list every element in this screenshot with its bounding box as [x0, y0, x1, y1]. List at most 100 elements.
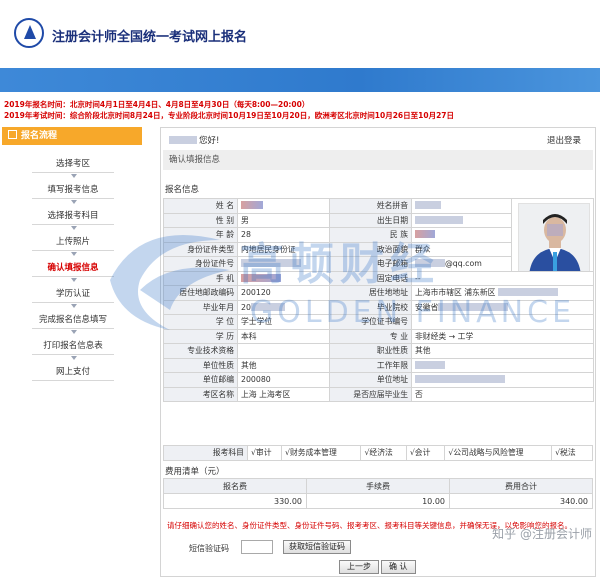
- area-label: 考区名称: [163, 386, 238, 402]
- idtype-value: 内地居民身份证: [237, 241, 330, 257]
- ethnicity-label: 民 族: [329, 227, 412, 243]
- school-value: 安徽省: [411, 299, 594, 315]
- unittype-label: 单位性质: [163, 357, 238, 373]
- subjects-table: 报考科目 √审计 √财务成本管理 √经济法 √会计 √公司战略与风险管理 √税法: [163, 445, 593, 461]
- fee-header: 报名费: [163, 478, 307, 494]
- gender-value: 男: [237, 212, 330, 228]
- main-panel: 您好! 退出登录 确认填报信息 报名信息 姓 名 姓名拼音 性 别 男 出生日期…: [160, 127, 596, 577]
- mobile-value: [237, 270, 330, 286]
- arrow-down-icon: [71, 226, 77, 230]
- gender-label: 性 别: [163, 212, 238, 228]
- table-row: 居住地邮政编码 200120 居住地地址 上海市市辖区 浦东新区: [163, 285, 594, 301]
- subject-item: √审计: [246, 445, 283, 461]
- gradyear-value: 20: [237, 299, 330, 315]
- page-title: 确认填报信息: [163, 150, 593, 170]
- table-row: 姓 名 姓名拼音: [163, 198, 594, 272]
- applicant-photo: [518, 203, 590, 271]
- political-label: 政治面貌: [329, 241, 412, 257]
- step-upload-photo[interactable]: 上传照片: [32, 233, 114, 251]
- arrow-down-icon: [71, 330, 77, 334]
- arrow-down-icon: [71, 304, 77, 308]
- subject-item: √经济法: [360, 445, 407, 461]
- table-row: 单位性质 其他 工作年限: [163, 357, 594, 373]
- subject-item: √公司战略与风险管理: [444, 445, 553, 461]
- birth-value: [411, 212, 512, 228]
- fresh-value: 否: [411, 386, 594, 402]
- postcode-label: 居住地邮政编码: [163, 285, 238, 301]
- age-value: 28: [237, 227, 330, 243]
- prev-step-button[interactable]: 上一步: [339, 560, 379, 574]
- address-text: 上海市市辖区 浦东新区: [415, 288, 496, 298]
- step-online-payment[interactable]: 网上支付: [32, 363, 114, 381]
- unittype-value: 其他: [237, 357, 330, 373]
- site-header: 注册会计师全国统一考试网上报名: [0, 0, 600, 68]
- table-row: 考区名称 上海 上海考区 是否应届毕业生 否: [163, 386, 594, 402]
- subject-item: √税法: [551, 445, 593, 461]
- sidebar-header: 报名流程: [2, 127, 142, 145]
- idno-value: [237, 256, 330, 272]
- area-value: 上海 上海考区: [237, 386, 330, 402]
- arrow-down-icon: [71, 252, 77, 256]
- get-sms-code-button[interactable]: 获取短信验证码: [283, 540, 351, 554]
- step-print[interactable]: 打印报名信息表: [32, 337, 114, 355]
- table-row: 报考科目 √审计 √财务成本管理 √经济法 √会计 √公司战略与风险管理 √税法: [163, 445, 593, 461]
- name-label: 姓 名: [163, 198, 238, 214]
- fee-value: 10.00: [306, 493, 450, 509]
- exam-time-notice: 2019年考试时间：综合阶段北京时间8月24日，专业阶段北京时间10月19日至1…: [4, 111, 455, 120]
- school-label: 毕业院校: [329, 299, 412, 315]
- email-label: 电子邮箱: [329, 256, 412, 272]
- greeting: 您好!: [169, 134, 219, 146]
- jobtype-value: 其他: [411, 343, 594, 359]
- fee-section-title: 费用清单（元）: [165, 467, 225, 477]
- major-value: 非财经类 → 工学: [411, 328, 594, 344]
- table-row: 330.00 10.00 340.00: [163, 493, 593, 509]
- sms-label: 短信验证码: [189, 544, 229, 553]
- major-label: 专 业: [329, 328, 412, 344]
- edu-label: 学 历: [163, 328, 238, 344]
- photo-cell: [511, 198, 594, 272]
- sidebar-title: 报名流程: [21, 131, 58, 141]
- header-band: [0, 68, 600, 92]
- edu-value: 本科: [237, 328, 330, 344]
- degree-label: 学 位: [163, 314, 238, 330]
- logout-link[interactable]: 退出登录: [547, 134, 581, 146]
- table-row: 学 历 本科 专 业 非财经类 → 工学: [163, 328, 594, 344]
- fee-header: 手续费: [306, 478, 450, 494]
- arrow-down-icon: [71, 174, 77, 178]
- table-row: 专业技术资格 职业性质 其他: [163, 343, 594, 359]
- step-confirm-info[interactable]: 确认填报信息: [32, 259, 114, 277]
- email-value: @qq.com: [411, 256, 512, 272]
- info-section-title: 报名信息: [165, 185, 200, 195]
- info-table: 姓 名 姓名拼音 性 别 男 出生日期 年 龄 28 民 族 身份证件类型 内地…: [163, 198, 594, 402]
- arrow-down-icon: [71, 278, 77, 282]
- site-title: 注册会计师全国统一考试网上报名: [52, 30, 248, 45]
- title-label: 专业技术资格: [163, 343, 238, 359]
- unitaddr-value: [411, 372, 594, 388]
- step-select-area[interactable]: 选择考区: [32, 155, 114, 173]
- confirm-button[interactable]: 确 认: [381, 560, 416, 574]
- unitpost-label: 单位邮编: [163, 372, 238, 388]
- step-select-subjects[interactable]: 选择报考科目: [32, 207, 114, 225]
- ethnicity-value: [411, 227, 512, 243]
- idno-label: 身份证件号: [163, 256, 238, 272]
- unitaddr-label: 单位地址: [329, 372, 412, 388]
- workyears-value: [411, 357, 594, 373]
- sms-code-input[interactable]: [241, 540, 273, 554]
- fee-header: 费用合计: [449, 478, 593, 494]
- step-complete[interactable]: 完成报名信息填写: [32, 311, 114, 329]
- registration-time-notice: 2019年报名时间：北京时间4月1日至4月4日、4月8日至4月30日（每天8:0…: [4, 100, 310, 109]
- greeting-row: 您好! 退出登录: [161, 128, 595, 148]
- step-fill-info[interactable]: 填写报考信息: [32, 181, 114, 199]
- fresh-label: 是否应届毕业生: [329, 386, 412, 402]
- school-text: 安徽省: [415, 302, 439, 312]
- gradyear-text: 20: [241, 302, 251, 312]
- masked-name: [169, 136, 197, 144]
- degreeno-label: 学位证书编号: [329, 314, 412, 330]
- title-value: [237, 343, 330, 359]
- subjects-label: 报考科目: [163, 445, 248, 461]
- table-row: 毕业年月 20 毕业院校 安徽省: [163, 299, 594, 315]
- step-education-cert[interactable]: 学历认证: [32, 285, 114, 303]
- jobtype-label: 职业性质: [329, 343, 412, 359]
- address-label: 居住地地址: [329, 285, 412, 301]
- subject-item: √会计: [405, 445, 446, 461]
